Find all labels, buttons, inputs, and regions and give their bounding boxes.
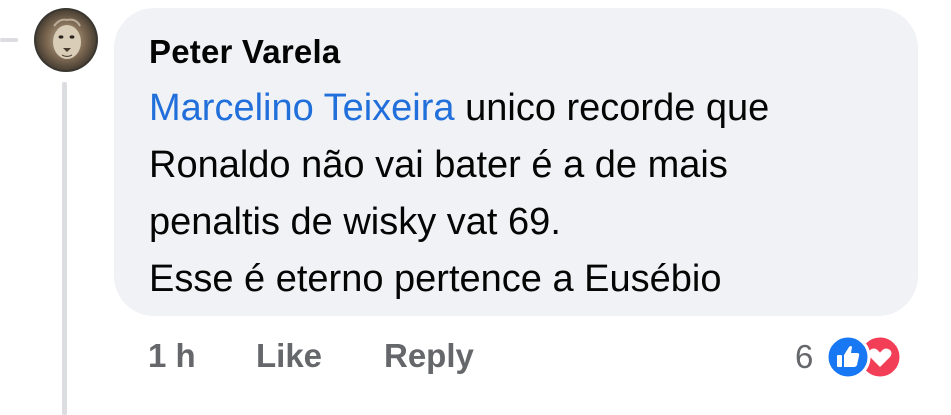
like-button[interactable]: Like (256, 337, 322, 375)
reaction-summary[interactable]: 6 (795, 332, 925, 384)
comment-line-1: Marcelino Teixeira unico recorde que (149, 80, 909, 137)
comment-body: Marcelino Teixeira unico recorde que Ron… (149, 80, 909, 308)
reply-button[interactable]: Reply (384, 337, 474, 375)
comment-line-4: Esse é eterno pertence a Eusébio (149, 258, 722, 300)
mention-link[interactable]: Marcelino Teixeira (149, 87, 455, 129)
comment-text-segment: unico recorde que (454, 87, 770, 129)
comment-line-3: penaltis de wisky vat 69. (149, 201, 561, 243)
thumbs-up-icon (825, 334, 871, 380)
lion-avatar-icon (34, 8, 98, 72)
comment-author[interactable]: Peter Varela (149, 33, 340, 71)
thread-connector-horizontal (0, 38, 18, 42)
reaction-count: 6 (795, 338, 814, 375)
comment-thread: Peter Varela Marcelino Teixeira unico re… (0, 0, 951, 415)
comment-line-2: Ronaldo não vai bater é a de mais (149, 144, 728, 186)
avatar[interactable] (34, 8, 98, 72)
comment-timestamp[interactable]: 1 h (148, 337, 196, 375)
comment-bubble: Peter Varela Marcelino Teixeira unico re… (114, 8, 918, 316)
thread-connector-vertical (62, 82, 67, 415)
